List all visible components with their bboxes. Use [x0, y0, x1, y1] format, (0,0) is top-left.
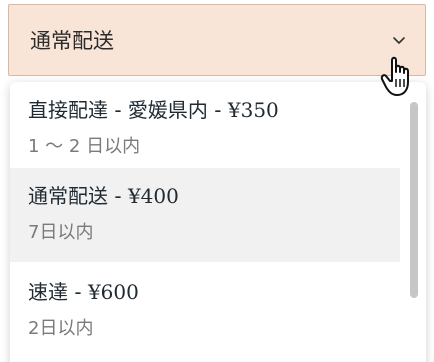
shipping-options-dropdown: 直接配達 - 愛媛県内 - ¥350 1 〜 2 日以内 通常配送 - ¥400… [10, 82, 426, 362]
option-price: ¥350 [227, 98, 279, 122]
selected-shipping-label: 通常配送 [30, 29, 114, 53]
chevron-down-icon [391, 32, 407, 48]
option-title-text: 速達 - [28, 280, 88, 304]
shipping-option-standard[interactable]: 通常配送 - ¥400 7日以内 [10, 168, 400, 262]
option-title: 速達 - ¥600 [28, 276, 139, 305]
option-title-text: 直接配達 - 愛媛県内 - [28, 98, 228, 122]
option-subtitle: 2日以内 [28, 318, 94, 339]
shipping-select-screen: 通常配送 直接配達 - 愛媛県内 - ¥350 1 〜 2 日以内 通常配送 -… [0, 0, 434, 362]
option-price: ¥600 [87, 280, 139, 304]
option-subtitle: 7日以内 [28, 222, 94, 243]
option-subtitle: 1 〜 2 日以内 [28, 136, 141, 157]
option-price: ¥400 [127, 184, 179, 208]
dropdown-scrollbar[interactable] [410, 102, 418, 298]
option-title-text: 通常配送 - [28, 184, 128, 208]
scrollbar-thumb[interactable] [410, 102, 418, 298]
shipping-option-direct[interactable]: 直接配達 - 愛媛県内 - ¥350 1 〜 2 日以内 [10, 82, 400, 176]
option-title: 直接配達 - 愛媛県内 - ¥350 [28, 94, 279, 123]
shipping-option-express[interactable]: 速達 - ¥600 2日以内 [10, 264, 400, 358]
option-title: 通常配送 - ¥400 [28, 180, 179, 209]
shipping-method-select[interactable]: 通常配送 [8, 4, 426, 76]
